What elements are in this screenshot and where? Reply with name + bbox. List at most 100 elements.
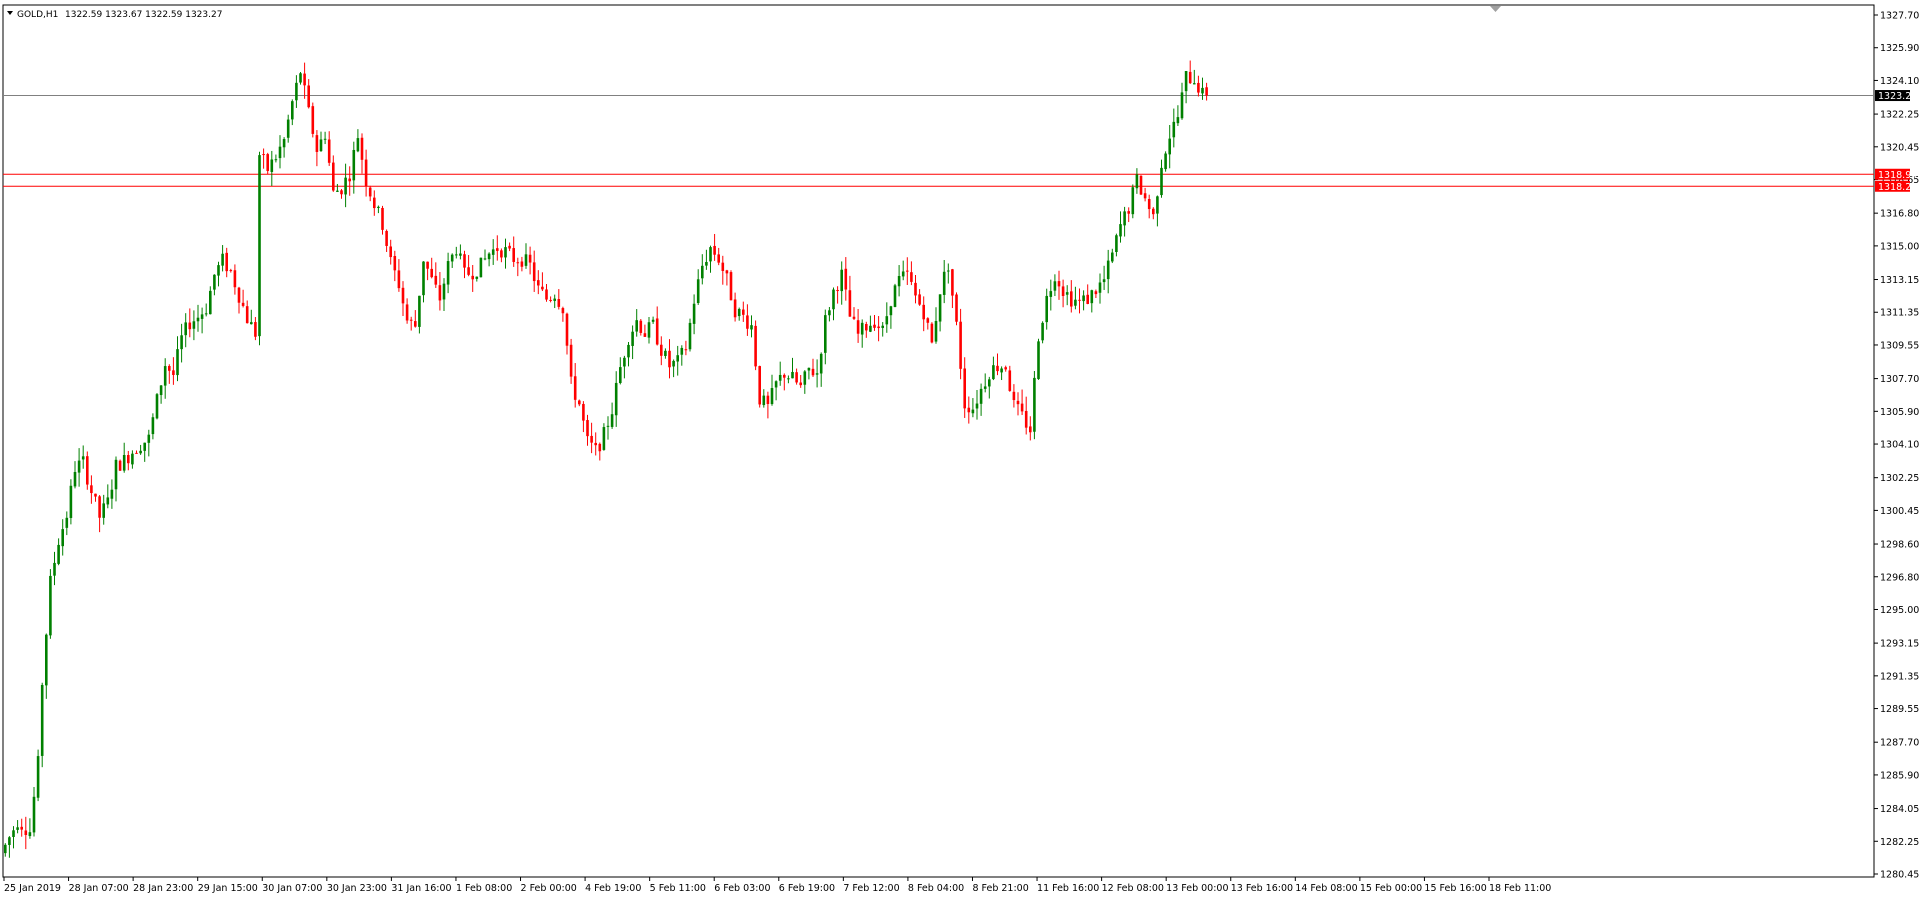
candle-body	[1184, 71, 1188, 92]
candle-body	[221, 253, 224, 266]
candle-body	[692, 303, 696, 324]
candle-body	[725, 270, 729, 274]
candle-body	[496, 248, 499, 251]
candle-body	[729, 272, 733, 301]
candle-body	[901, 271, 905, 277]
candle-body	[69, 485, 73, 518]
candle-body	[98, 496, 101, 518]
price-tick-label: 1289.55	[1880, 704, 1919, 715]
candle-body	[606, 425, 610, 427]
candle-body	[684, 349, 688, 351]
candle-body	[155, 394, 159, 419]
candle-body	[344, 177, 347, 195]
candle-body	[332, 162, 335, 191]
price-tick-label: 1285.90	[1880, 770, 1919, 781]
candle	[930, 322, 934, 344]
time-tick-label: 30 Jan 07:00	[262, 883, 322, 894]
candle-body	[118, 460, 122, 471]
time-tick-label: 12 Feb 08:00	[1102, 883, 1164, 894]
candle-body	[229, 270, 233, 272]
candle-body	[647, 322, 651, 338]
price-tick-label: 1296.80	[1880, 572, 1919, 583]
candle-body	[778, 374, 782, 381]
candle-body	[668, 350, 671, 368]
candle-body	[586, 420, 589, 437]
candle-body	[996, 365, 999, 372]
candle-body	[1098, 282, 1102, 293]
candle-body	[701, 265, 704, 279]
candle-body	[746, 315, 749, 329]
candle-body	[434, 275, 438, 285]
candle-body	[418, 295, 421, 327]
candle-body	[1143, 193, 1147, 199]
candle-body	[819, 353, 823, 374]
candle-body	[1049, 291, 1053, 297]
price-tick-label: 1307.70	[1880, 374, 1919, 385]
candle	[311, 102, 315, 138]
candle-body	[209, 290, 212, 315]
candle	[155, 392, 159, 420]
candle-body	[426, 261, 429, 269]
candle-body	[127, 455, 130, 464]
time-tick-label: 6 Feb 19:00	[779, 883, 835, 894]
candle-body	[1004, 367, 1007, 370]
candle-body	[49, 575, 52, 636]
candle-body	[836, 289, 839, 292]
candle	[479, 257, 483, 278]
chart-canvas[interactable]: 1327.70 1325.90 1324.10 1322.25 1320.45 1318.…	[0, 0, 1919, 902]
candle-body	[848, 290, 852, 317]
candle-body	[225, 252, 228, 272]
price-tick-label: 1311.35	[1880, 308, 1919, 319]
candle-body	[254, 322, 257, 337]
candle-body	[192, 321, 196, 329]
candle-body	[754, 325, 757, 367]
candle-body	[1147, 199, 1151, 210]
candle-body	[504, 247, 507, 258]
candle-body	[963, 368, 966, 409]
candle-body	[45, 634, 48, 686]
candle-body	[1016, 400, 1020, 405]
candle-body	[258, 155, 261, 337]
candle-body	[373, 197, 376, 209]
time-tick-label: 15 Feb 16:00	[1424, 883, 1486, 894]
candle-body	[217, 265, 220, 276]
candle-body	[102, 503, 105, 518]
candle-body	[114, 459, 118, 490]
candle-body	[1156, 196, 1159, 214]
candle-body	[610, 414, 614, 427]
candle-body	[1061, 286, 1065, 296]
time-tick-label: 25 Jan 2019	[4, 883, 61, 894]
candle	[1033, 370, 1036, 440]
candle-body	[1000, 368, 1003, 373]
candle-body	[537, 280, 540, 286]
candle-body	[213, 274, 216, 290]
candle-body	[520, 261, 524, 267]
candle-body	[1139, 175, 1143, 195]
candle-body	[623, 357, 626, 367]
candle-body	[282, 139, 286, 148]
candle-body	[57, 544, 60, 564]
candle-body	[512, 248, 515, 262]
time-tick-label: 29 Jan 15:00	[198, 883, 258, 894]
candle-body	[352, 149, 356, 181]
candle-body	[791, 371, 794, 379]
candle-body	[922, 304, 925, 320]
candle-body	[1090, 290, 1094, 304]
time-tick-label: 1 Feb 08:00	[456, 883, 512, 894]
candle-body	[971, 409, 975, 414]
candle-body	[709, 247, 712, 262]
candle-body	[549, 299, 552, 301]
candle-body	[81, 456, 85, 460]
candle-body	[852, 316, 856, 319]
candle-body	[32, 796, 36, 833]
price-tick-label: 1284.05	[1880, 804, 1919, 815]
candle-body	[696, 279, 700, 304]
candle-body	[348, 178, 351, 182]
candle-body	[139, 450, 142, 454]
candle-body	[299, 73, 302, 83]
candle-body	[319, 139, 323, 152]
candle-body	[1057, 281, 1061, 287]
candle-body	[90, 485, 93, 494]
price-tick-label: 1324.10	[1880, 76, 1919, 87]
candle-body	[409, 319, 413, 321]
